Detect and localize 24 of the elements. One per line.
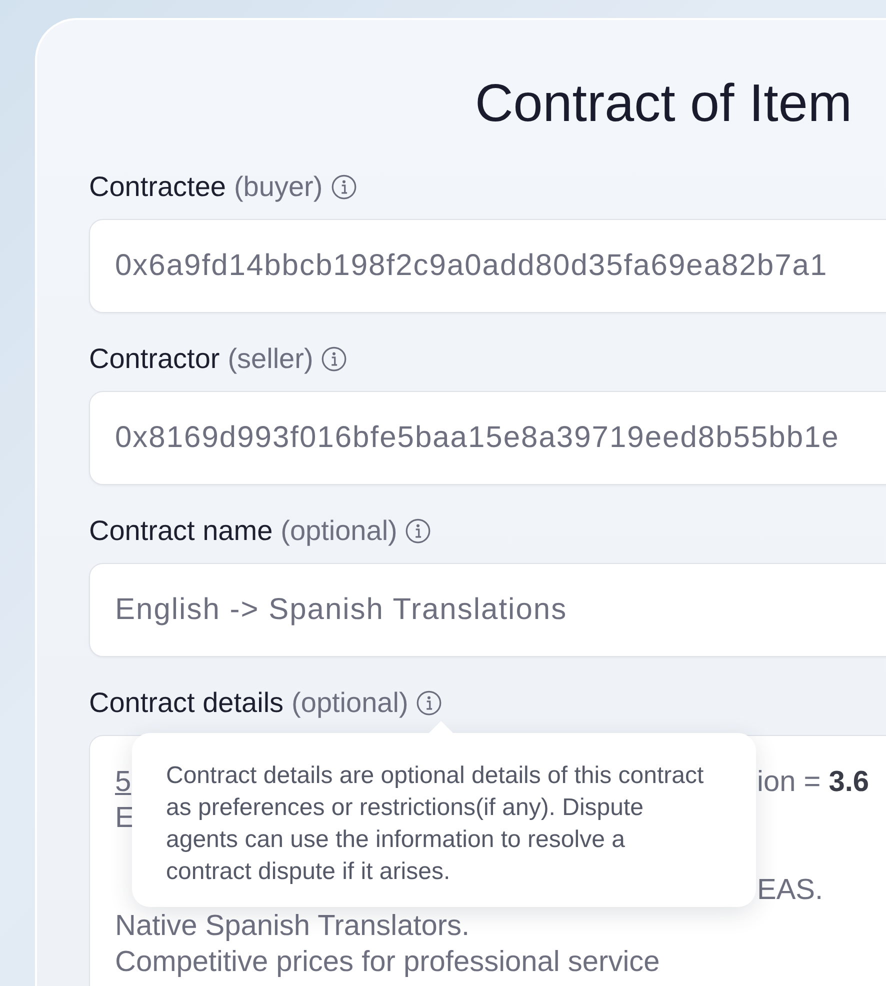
field-hint: (optional) <box>280 515 398 547</box>
form-title: Contract of Item <box>475 73 854 135</box>
field-label: Contract details <box>89 687 284 719</box>
input-field[interactable]: 0x6a9fd14bbcb198f2c9a0add80d35fa69ea82b7a1 <box>89 219 886 313</box>
text-fragment: E <box>115 801 134 836</box>
info-icon[interactable] <box>330 174 357 200</box>
field-label: Contractee <box>89 171 226 203</box>
field-hint: (optional) <box>292 687 408 719</box>
info-icon[interactable] <box>321 346 348 372</box>
field-hint: (seller) <box>228 343 314 375</box>
input-field[interactable]: 0x8169d993f016bfe5baa15e8a39719eed8b55bb1e <box>89 391 886 485</box>
text-fragment: Native Spanish Translators. <box>115 909 470 944</box>
field-hint: (buyer) <box>234 171 323 203</box>
info-icon[interactable] <box>416 690 442 716</box>
input-field[interactable]: English -> Spanish Translations <box>89 563 886 657</box>
tooltip-pointer <box>429 721 453 733</box>
text-fragment: 5 <box>115 765 132 800</box>
info-icon[interactable] <box>405 518 432 544</box>
field-label: Contract name <box>89 515 273 547</box>
tooltip-text: Contract details are optional details of this contract as preferences or restrictions(if any). Dispute agents can use the information to resolve a contract dispute if it arises. <box>166 761 705 887</box>
text-fragment: EAS. <box>757 873 824 908</box>
text-fragment: Competitive prices for professional service <box>115 945 660 980</box>
field-label: Contractor <box>89 343 220 375</box>
text-fragment: ion = 3.6 <box>757 765 870 800</box>
